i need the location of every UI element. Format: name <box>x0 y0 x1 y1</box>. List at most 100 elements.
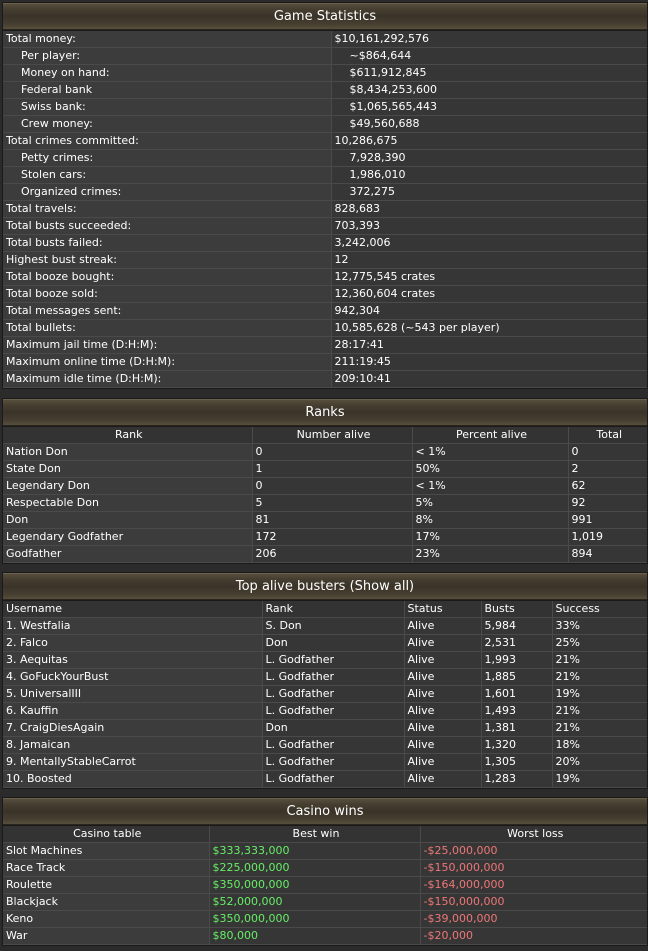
buster-success: 21% <box>551 702 647 720</box>
casino-worst-loss: -$39,000,000 <box>419 910 647 928</box>
stat-value: $49,560,688 <box>330 115 647 133</box>
buster-rank: Don <box>261 719 405 737</box>
rank-total: 1,019 <box>567 528 647 546</box>
buster-username: 5. UniversalIII <box>3 685 263 703</box>
buster-success: 21% <box>551 668 647 686</box>
stat-label: Total booze bought: <box>3 268 332 286</box>
rank-percent-alive: 5% <box>411 494 569 512</box>
game-statistics-title: Game Statistics <box>3 3 647 31</box>
busters-header-status: Status <box>403 601 482 618</box>
casino-row: War $80,000 -$20,000 <box>3 927 647 945</box>
buster-row: 9. MentallyStableCarrot L. Godfather Alive… <box>3 753 647 771</box>
stat-value: 372,275 <box>330 183 647 201</box>
ranks-header-percent-alive: Percent alive <box>411 427 569 444</box>
casino-header-worst-loss: Worst loss <box>419 826 647 843</box>
buster-busts: 2,531 <box>480 634 553 652</box>
casino-wins-panel: Casino wins Casino table Best win Worst … <box>2 797 648 946</box>
busters-header-success: Success <box>551 601 647 618</box>
buster-row: 7. CraigDiesAgain Don Alive 1,381 21% <box>3 719 647 737</box>
rank-row: Respectable Don 5 5% 92 <box>3 494 647 512</box>
casino-row: Race Track $225,000,000 -$150,000,000 <box>3 859 647 877</box>
stat-row: Total bullets: 10,585,628 (~543 per playe… <box>3 319 647 337</box>
buster-success: 20% <box>551 753 647 771</box>
stat-label: Maximum online time (D:H:M): <box>3 353 332 371</box>
casino-row: Blackjack $52,000,000 -$150,000,000 <box>3 893 647 911</box>
buster-row: 8. Jamaican L. Godfather Alive 1,320 18% <box>3 736 647 754</box>
stat-value: 10,286,675 <box>330 132 647 150</box>
ranks-header-total: Total <box>567 427 647 444</box>
top-busters-panel: Top alive busters (Show all) Username Ra… <box>2 572 648 789</box>
rank-name: State Don <box>3 460 253 478</box>
stat-value: 12,775,545 crates <box>330 268 647 286</box>
stat-label: Per player: <box>3 47 332 65</box>
casino-worst-loss: -$150,000,000 <box>419 893 647 911</box>
stat-label: Federal bank <box>3 81 332 99</box>
buster-success: 25% <box>551 634 647 652</box>
stat-value: 12 <box>330 251 647 269</box>
stat-value: 3,242,006 <box>330 234 647 252</box>
stat-value: 10,585,628 (~543 per player) <box>330 319 647 337</box>
stat-value: 12,360,604 crates <box>330 285 647 303</box>
casino-best-win: $80,000 <box>208 927 421 945</box>
casino-row: Slot Machines $333,333,000 -$25,000,000 <box>3 842 647 860</box>
rank-row: Legendary Godfather 172 17% 1,019 <box>3 528 647 546</box>
rank-total: 62 <box>567 477 647 495</box>
stat-row: Organized crimes: 372,275 <box>3 183 647 201</box>
buster-status: Alive <box>403 770 482 788</box>
stat-row: Swiss bank: $1,065,565,443 <box>3 98 647 116</box>
buster-row: 10. Boosted L. Godfather Alive 1,283 19% <box>3 770 647 788</box>
rank-row: Don 81 8% 991 <box>3 511 647 529</box>
rank-percent-alive: 23% <box>411 545 569 563</box>
buster-username: 2. Falco <box>3 634 263 652</box>
buster-username: 4. GoFuckYourBust <box>3 668 263 686</box>
rank-name: Legendary Don <box>3 477 253 495</box>
casino-wins-table: Casino table Best win Worst loss Slot Ma… <box>3 826 647 945</box>
stat-label: Money on hand: <box>3 64 332 82</box>
stat-row: Total busts succeeded: 703,393 <box>3 217 647 235</box>
rank-percent-alive: < 1% <box>411 443 569 461</box>
ranks-panel: Ranks Rank Number alive Percent alive To… <box>2 398 648 564</box>
stat-label: Maximum jail time (D:H:M): <box>3 336 332 354</box>
buster-success: 18% <box>551 736 647 754</box>
rank-number-alive: 81 <box>251 511 413 529</box>
stat-row: Per player: ~$864,644 <box>3 47 647 65</box>
top-busters-title: Top alive busters (Show all) <box>3 573 647 601</box>
casino-table-name: Blackjack <box>3 893 210 911</box>
buster-rank: S. Don <box>261 617 405 635</box>
buster-rank: L. Godfather <box>261 651 405 669</box>
buster-success: 33% <box>551 617 647 635</box>
stat-label: Highest bust streak: <box>3 251 332 269</box>
stat-value: 942,304 <box>330 302 647 320</box>
buster-status: Alive <box>403 685 482 703</box>
casino-header-table: Casino table <box>3 826 210 843</box>
stat-value: $1,065,565,443 <box>330 98 647 116</box>
ranks-table: Rank Number alive Percent alive Total Na… <box>3 427 647 563</box>
rank-number-alive: 0 <box>251 443 413 461</box>
rank-percent-alive: 8% <box>411 511 569 529</box>
casino-best-win: $350,000,000 <box>208 910 421 928</box>
buster-rank: Don <box>261 634 405 652</box>
casino-best-win: $52,000,000 <box>208 893 421 911</box>
stat-label: Total bullets: <box>3 319 332 337</box>
rank-row: Nation Don 0 < 1% 0 <box>3 443 647 461</box>
stat-row: Total messages sent: 942,304 <box>3 302 647 320</box>
stat-value: $611,912,845 <box>330 64 647 82</box>
buster-success: 19% <box>551 770 647 788</box>
rank-number-alive: 5 <box>251 494 413 512</box>
buster-status: Alive <box>403 719 482 737</box>
buster-row: 2. Falco Don Alive 2,531 25% <box>3 634 647 652</box>
casino-row: Roulette $350,000,000 -$164,000,000 <box>3 876 647 894</box>
show-all-link[interactable]: (Show all) <box>350 579 415 594</box>
buster-rank: L. Godfather <box>261 736 405 754</box>
top-busters-title-text: Top alive busters <box>235 579 346 594</box>
rank-total: 2 <box>567 460 647 478</box>
busters-header-rank: Rank <box>261 601 405 618</box>
ranks-header-number-alive: Number alive <box>251 427 413 444</box>
stat-row: Federal bank $8,434,253,600 <box>3 81 647 99</box>
casino-table-name: War <box>3 927 210 945</box>
stat-row: Total booze bought: 12,775,545 crates <box>3 268 647 286</box>
buster-busts: 1,493 <box>480 702 553 720</box>
buster-row: 5. UniversalIII L. Godfather Alive 1,601 19% <box>3 685 647 703</box>
stat-row: Money on hand: $611,912,845 <box>3 64 647 82</box>
casino-best-win: $225,000,000 <box>208 859 421 877</box>
